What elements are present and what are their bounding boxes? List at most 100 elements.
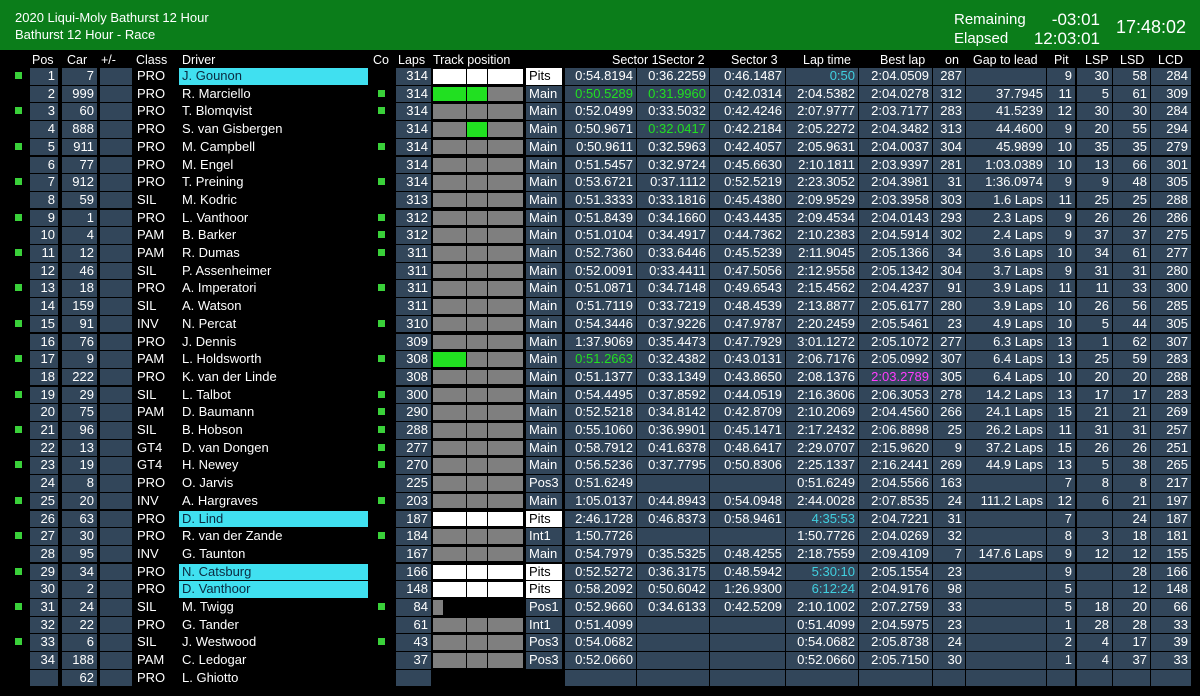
table-row[interactable]: 31 24 SIL M. Twigg 84 Pos1 0:52.9660 0:34.6133 0… (0, 599, 1200, 617)
table-row[interactable]: 14 159 SIL A. Watson 311 Main 0:51.7119 0:33.72… (0, 298, 1200, 316)
col-sector3[interactable]: Sector 3 (731, 52, 778, 68)
table-row[interactable]: 4 888 PRO S. van Gisbergen 314 Main 0:50.9671 0… (0, 121, 1200, 139)
best-lap-cell: 2:04.0278 (859, 85, 932, 103)
plusminus-cell (100, 652, 132, 669)
table-row[interactable]: 6 77 PRO M. Engel 314 Main 0:51.5457 0:32.9724 0… (0, 156, 1200, 175)
driver-cell: M. Campbell (182, 138, 255, 154)
track-segment (467, 529, 487, 544)
track-segment (467, 228, 487, 243)
sector2-cell (637, 669, 709, 687)
table-row[interactable]: 16 76 PRO J. Dennis 309 Main 1:37.9069 0:35.447… (0, 333, 1200, 352)
table-row[interactable]: 62 PRO L. Ghiotto (0, 669, 1200, 688)
col-car[interactable]: Car (67, 52, 87, 68)
col-pit[interactable]: Pit (1054, 52, 1069, 68)
gap-cell (966, 475, 1046, 492)
lsp-cell: 11 (1077, 280, 1112, 297)
gap-cell: 6.4 Laps (966, 351, 1046, 368)
table-row[interactable]: 8 59 SIL M. Kodric 313 Main 0:51.3333 0:33.1816… (0, 191, 1200, 210)
laps-cell: 84 (396, 599, 431, 616)
row-flag-indicator (15, 284, 22, 292)
col-laps[interactable]: Laps (398, 52, 425, 68)
table-row[interactable]: 2 999 PRO R. Marciello 314 Main 0:50.5289 0:31.… (0, 85, 1200, 104)
on-cell: 266 (933, 404, 965, 421)
pos-cell: 24 (30, 475, 58, 492)
co-driver-indicator (378, 355, 385, 363)
lap-time-cell: 2:09.4534 (786, 209, 858, 227)
table-row[interactable]: 13 18 PRO A. Imperatori 311 Main 0:51.0871 0:34… (0, 280, 1200, 298)
table-row[interactable]: 10 4 PAM B. Barker 312 Main 0:51.0104 0:34.4917… (0, 227, 1200, 245)
sector1-cell: 0:54.0682 (565, 634, 636, 651)
car-cell: 59 (62, 191, 97, 209)
table-row[interactable]: 9 1 PRO L. Vanthoor 312 Main 0:51.8439 0:34.166… (0, 209, 1200, 228)
table-row[interactable]: 25 20 INV A. Hargraves 203 Main 1:05.0137 0:44.… (0, 492, 1200, 511)
col-lap-time[interactable]: Lap time (803, 52, 851, 68)
col-best-lap[interactable]: Best lap (880, 52, 925, 68)
col-pos[interactable]: Pos (32, 52, 54, 68)
table-row[interactable]: 28 95 INV G. Taunton 167 Main 0:54.7979 0:35.53… (0, 545, 1200, 564)
table-row[interactable]: 23 19 GT4 H. Newey 270 Main 0:56.5236 0:37.7795… (0, 457, 1200, 475)
row-flag-indicator (15, 249, 22, 256)
table-row[interactable]: 19 29 SIL L. Talbot 300 Main 0:54.4495 0:37.859… (0, 386, 1200, 405)
track-segment (433, 600, 443, 615)
best-lap-cell: 2:03.3958 (859, 191, 932, 209)
plusminus-cell (100, 280, 132, 297)
table-row[interactable]: 15 91 INV N. Percat 310 Main 0:54.3446 0:37.922… (0, 315, 1200, 334)
col-track-position[interactable]: Track position (433, 52, 510, 68)
col-lsp[interactable]: LSP (1085, 52, 1109, 68)
table-row[interactable]: 29 34 PRO N. Catsburg 166 Pits 0:52.5272 0:36.3… (0, 563, 1200, 582)
col-sector2[interactable]: Sector 2 (658, 52, 705, 68)
table-row[interactable]: 17 9 PAM L. Holdsworth 308 Main 0:51.2663 0:32.… (0, 351, 1200, 369)
pit-cell: 9 (1047, 121, 1075, 138)
lap-time-cell: 2:18.7559 (786, 545, 858, 563)
table-row[interactable]: 22 13 GT4 D. van Dongen 277 Main 0:58.7912 0:41… (0, 439, 1200, 458)
table-row[interactable]: 24 8 PRO O. Jarvis 225 Pos3 0:51.6249 0:51.6249… (0, 475, 1200, 493)
sector2-cell (637, 475, 709, 492)
table-row[interactable]: 26 63 PRO D. Lind 187 Pits 2:46.1728 0:46.8373 0… (0, 510, 1200, 529)
col-co[interactable]: Co (373, 52, 389, 68)
class-cell: PRO (137, 209, 166, 225)
gap-cell: 14.2 Laps (966, 386, 1046, 404)
table-row[interactable]: 34 188 PAM C. Ledogar 37 Pos3 0:52.0660 0:52.06… (0, 652, 1200, 670)
lcd-cell: 283 (1151, 351, 1191, 368)
table-row[interactable]: 30 2 PRO D. Vanthoor 148 Pits 0:58.2092 0:50.60… (0, 581, 1200, 599)
driver-cell: G. Tander (182, 616, 239, 632)
col-plusminus[interactable]: +/- (101, 52, 116, 68)
sector2-cell: 0:44.8943 (637, 492, 709, 510)
table-row[interactable]: 27 30 PRO R. van der Zande 184 Int1 1:50.7726 1… (0, 528, 1200, 546)
col-on[interactable]: on (945, 52, 959, 68)
status-cell: Main (526, 191, 562, 209)
table-row[interactable]: 5 911 PRO M. Campbell 314 Main 0:50.9611 0:32.5… (0, 138, 1200, 157)
col-lsd[interactable]: LSD (1120, 52, 1144, 68)
table-row[interactable]: 3 60 PRO T. Blomqvist 314 Main 0:52.0499 0:33.5… (0, 103, 1200, 121)
clock: 17:48:02 (1116, 17, 1187, 37)
col-gap[interactable]: Gap to lead (973, 52, 1038, 68)
table-row[interactable]: 12 46 SIL P. Assenheimer 311 Main 0:52.0091 0:3… (0, 262, 1200, 281)
table-row[interactable]: 21 96 SIL B. Hobson 288 Main 0:55.1060 0:36.990… (0, 422, 1200, 440)
plusminus-cell (100, 528, 132, 545)
driver-cell: R. van der Zande (182, 528, 283, 544)
table-row[interactable]: 32 22 PRO G. Tander 61 Int1 0:51.4099 0:51.4099… (0, 616, 1200, 635)
lap-time-cell: 2:15.4562 (786, 280, 858, 297)
table-row[interactable]: 1 7 PRO J. Gounon 314 Pits 0:54.8194 0:36.2259 0… (0, 68, 1200, 86)
table-row[interactable]: 18 222 PRO K. van der Linde 308 Main 0:51.1377… (0, 368, 1200, 387)
lsd-cell: 28 (1113, 563, 1150, 581)
lcd-cell: 294 (1151, 121, 1191, 138)
pit-cell: 9 (1047, 68, 1075, 85)
class-cell: PRO (137, 174, 166, 190)
row-flag-indicator (15, 319, 22, 327)
col-lcd[interactable]: LCD (1158, 52, 1183, 68)
table-row[interactable]: 11 12 PAM R. Dumas 311 Main 0:52.7360 0:33.6446… (0, 245, 1200, 263)
table-row[interactable]: 33 6 SIL J. Westwood 43 Pos3 0:54.0682 0:54.068… (0, 634, 1200, 652)
col-class[interactable]: Class (136, 52, 167, 68)
lap-time-cell: 2:10.1811 (786, 156, 858, 173)
col-driver[interactable]: Driver (182, 52, 215, 68)
table-row[interactable]: 7 912 PRO T. Preining 314 Main 0:53.6721 0:37.1… (0, 174, 1200, 192)
lsp-cell: 9 (1077, 174, 1112, 191)
car-cell: 91 (62, 315, 97, 333)
track-segment (488, 493, 523, 509)
col-sector1[interactable]: Sector 1 (612, 52, 659, 68)
table-row[interactable]: 20 75 PAM D. Baumann 290 Main 0:52.5218 0:34.81… (0, 404, 1200, 422)
track-position-bar (433, 475, 523, 492)
track-segment (488, 387, 523, 403)
track-segment (467, 210, 487, 226)
